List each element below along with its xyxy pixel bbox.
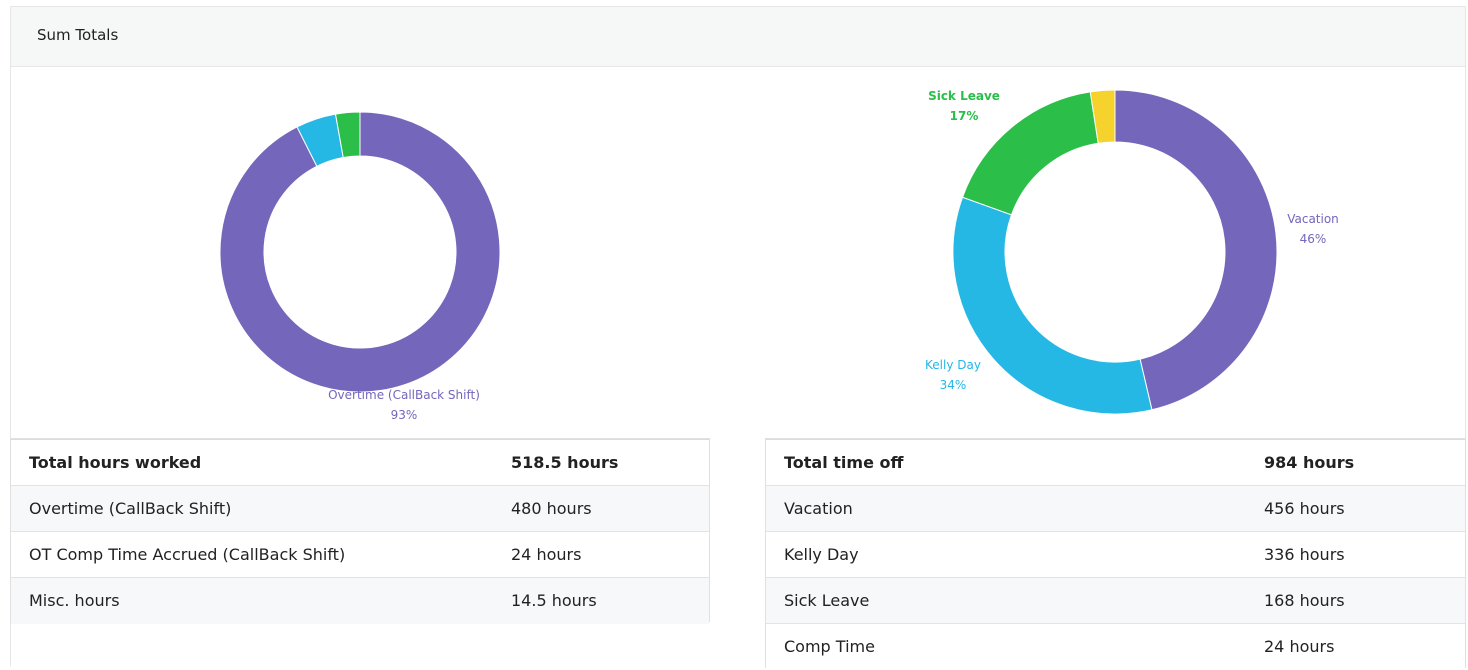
total-hours-worked-value: 518.5 hours	[493, 439, 709, 486]
table-row: OT Comp Time Accrued (CallBack Shift) 24…	[11, 531, 709, 578]
row-label: OT Comp Time Accrued (CallBack Shift)	[11, 531, 493, 578]
sick-leave-slice-pct: 17%	[949, 109, 979, 123]
row-value: 480 hours	[493, 485, 709, 532]
kelly-day-slice-label: Kelly Day 34%	[925, 355, 981, 395]
overtime-slice-label: Overtime (CallBack Shift) 93%	[328, 385, 480, 425]
panel-header: Sum Totals	[11, 7, 1465, 67]
row-label: Kelly Day	[766, 531, 1246, 578]
overtime-slice-pct: 93%	[390, 408, 418, 422]
vacation-slice-pct: 46%	[1299, 232, 1327, 246]
vacation-slice-label: Vacation 46%	[1287, 209, 1339, 249]
sick-leave-slice-label: Sick Leave 17%	[928, 86, 1000, 126]
row-value: 456 hours	[1246, 485, 1465, 532]
hours-worked-table: Total hours worked 518.5 hours Overtime …	[10, 438, 710, 624]
table-row: Sick Leave 168 hours	[766, 577, 1465, 624]
total-hours-worked-label: Total hours worked	[11, 439, 493, 486]
row-label: Misc. hours	[11, 577, 493, 624]
total-time-off-value: 984 hours	[1246, 439, 1465, 486]
row-value: 336 hours	[1246, 531, 1465, 578]
panel-title: Sum Totals	[37, 26, 119, 44]
table-header-row: Total hours worked 518.5 hours	[11, 439, 709, 486]
table-row: Misc. hours 14.5 hours	[11, 577, 709, 624]
row-value: 24 hours	[493, 531, 709, 578]
time-off-table: Total time off 984 hours Vacation 456 ho…	[765, 438, 1466, 670]
row-value: 24 hours	[1246, 623, 1465, 670]
vacation-slice-name: Vacation	[1287, 212, 1339, 226]
total-time-off-label: Total time off	[766, 439, 1246, 486]
table-header-row: Total time off 984 hours	[766, 439, 1465, 486]
row-label: Vacation	[766, 485, 1246, 532]
table-row: Kelly Day 336 hours	[766, 531, 1465, 578]
overtime-slice-name: Overtime (CallBack Shift)	[328, 388, 480, 402]
table-row: Overtime (CallBack Shift) 480 hours	[11, 485, 709, 532]
row-value: 168 hours	[1246, 577, 1465, 624]
table-row: Comp Time 24 hours	[766, 623, 1465, 670]
row-value: 14.5 hours	[493, 577, 709, 624]
table-row: Vacation 456 hours	[766, 485, 1465, 532]
sick-leave-slice-name: Sick Leave	[928, 89, 1000, 103]
row-label: Overtime (CallBack Shift)	[11, 485, 493, 532]
kelly-day-slice-pct: 34%	[939, 378, 967, 392]
kelly-day-slice-name: Kelly Day	[925, 358, 981, 372]
row-label: Sick Leave	[766, 577, 1246, 624]
row-label: Comp Time	[766, 623, 1246, 670]
